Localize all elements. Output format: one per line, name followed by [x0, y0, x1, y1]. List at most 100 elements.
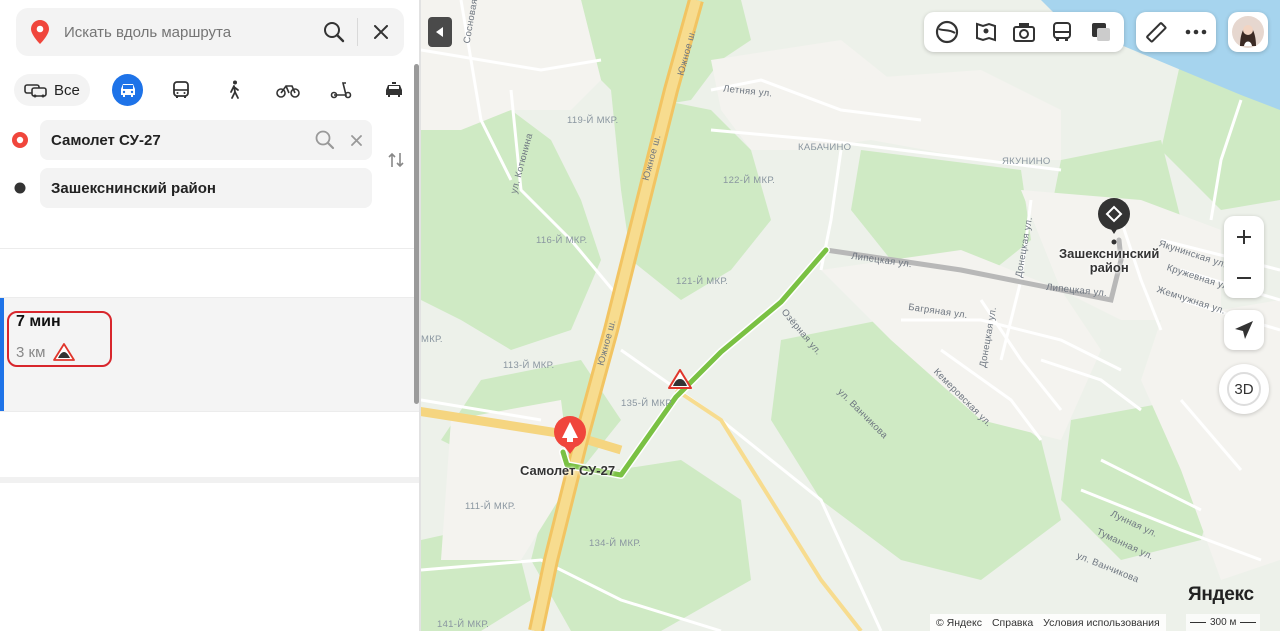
start-point-value: Самолет СУ-27 — [51, 131, 161, 149]
plus-icon — [1237, 229, 1251, 244]
copyright-text[interactable]: © Яндекс — [936, 617, 982, 629]
mode-taxi-button[interactable] — [379, 74, 410, 106]
district-label: КАБАЧИНО — [798, 142, 852, 153]
selected-route-indicator — [0, 298, 4, 411]
cars-icon — [24, 84, 47, 98]
district-label: 113-Й МКР. — [503, 360, 555, 371]
search-button[interactable] — [311, 8, 357, 56]
bicycle-icon — [275, 85, 300, 98]
bus-icon — [172, 81, 189, 98]
location-pin-icon — [16, 20, 64, 44]
map-tools-toolbar — [1136, 12, 1216, 52]
divider — [0, 411, 420, 412]
map-type-button[interactable] — [933, 18, 961, 46]
collapse-panel-button[interactable] — [428, 17, 452, 47]
camera-icon — [1012, 23, 1035, 42]
help-link[interactable]: Справка — [992, 617, 1033, 629]
route-point-start: Самолет СУ-27 — [0, 120, 380, 160]
district-label: 135-Й МКР. — [621, 398, 674, 409]
avatar — [1232, 16, 1264, 48]
district-label: 119-Й МКР. — [567, 115, 619, 126]
more-dots-icon — [1185, 29, 1207, 35]
start-point-field[interactable]: Самолет СУ-27 — [40, 120, 372, 160]
mode-scooter-button[interactable] — [325, 74, 356, 106]
zoom-out-button[interactable] — [1224, 257, 1264, 298]
clear-icon[interactable] — [351, 134, 362, 146]
3d-toggle-inner: 3D — [1227, 372, 1261, 406]
start-point-icon — [0, 131, 40, 149]
route-panel: Все Самолет СУ-27 — [0, 0, 420, 631]
minus-icon — [1237, 276, 1251, 279]
zoom-control — [1224, 216, 1264, 298]
end-point-field[interactable]: Зашекснинский район — [40, 168, 372, 208]
taxi-icon — [386, 82, 403, 97]
search-icon — [324, 22, 345, 43]
end-place-line2: район — [1089, 260, 1129, 275]
start-place-label[interactable]: Самолет СУ-27 — [520, 464, 615, 478]
map-copyright-bar: © Яндекс Справка Условия использования — [930, 614, 1166, 631]
district-label: 141-Й МКР. — [437, 619, 490, 630]
mode-car-button[interactable] — [111, 74, 144, 106]
layers-circle-icon — [936, 20, 959, 44]
district-label: ЯКУНИНО — [1002, 156, 1051, 167]
scale-line — [1240, 622, 1257, 623]
close-icon — [374, 25, 388, 39]
district-label: 116-Й МКР. — [536, 235, 588, 246]
route-search-bar[interactable] — [16, 8, 404, 56]
terms-link[interactable]: Условия использования — [1043, 617, 1160, 629]
route-search-input[interactable] — [64, 23, 311, 41]
divider — [0, 248, 420, 249]
user-avatar-button[interactable] — [1228, 12, 1268, 52]
uneven-road-marker — [668, 369, 692, 389]
swap-icon — [388, 152, 404, 168]
panel-separator — [0, 477, 420, 483]
pedestrian-icon — [230, 80, 240, 99]
car-icon — [120, 84, 135, 97]
scooter-icon — [330, 82, 352, 99]
my-location-button[interactable] — [1224, 310, 1264, 350]
3d-toggle-button[interactable]: 3D — [1219, 364, 1269, 414]
square-layers-icon — [1091, 23, 1110, 41]
district-label: МКР. — [421, 334, 443, 345]
transport-modes: Все — [14, 72, 410, 108]
end-point-icon — [0, 181, 40, 195]
mode-bike-button[interactable] — [272, 74, 303, 106]
map-layers-toolbar — [924, 12, 1124, 52]
scale-label: 300 м — [1210, 617, 1237, 628]
zoom-in-button[interactable] — [1224, 216, 1264, 257]
location-arrow-icon — [1235, 321, 1253, 339]
district-label: 121-Й МКР. — [676, 276, 729, 287]
district-label: 122-Й МКР. — [723, 175, 776, 186]
map-view[interactable]: Сосновая ул. ул. Котюнина Южное ш. Южное… — [421, 0, 1280, 631]
close-search-button[interactable] — [358, 8, 404, 56]
annotation-highlight — [7, 311, 112, 367]
logo-text: Яндекс — [1188, 584, 1254, 605]
yandex-logo[interactable]: Яндекс — [1188, 584, 1254, 606]
swap-points-button[interactable] — [384, 148, 408, 172]
end-point-value: Зашекснинский район — [51, 179, 216, 197]
mode-all-label: Все — [54, 81, 80, 99]
ruler-icon — [1146, 22, 1167, 43]
district-label: 134-Й МКР. — [589, 538, 642, 549]
end-place-line1: Зашекснинский — [1059, 246, 1160, 261]
map-scale: 300 м — [1186, 614, 1261, 631]
search-icon[interactable] — [315, 130, 335, 150]
transit-button[interactable] — [1048, 18, 1076, 46]
scale-line — [1190, 622, 1206, 623]
more-button[interactable] — [1182, 18, 1210, 46]
mode-bus-button[interactable] — [165, 74, 196, 106]
route-point-end: Зашекснинский район — [0, 168, 380, 208]
photos-button[interactable] — [1010, 18, 1038, 46]
3d-label: 3D — [1234, 380, 1254, 398]
mode-all-button[interactable]: Все — [14, 74, 90, 106]
end-place-label[interactable]: Зашекснинский район — [1059, 247, 1159, 275]
panorama-icon — [975, 22, 996, 42]
route-option-card[interactable]: 7 мин 3 км — [0, 298, 420, 411]
ruler-button[interactable] — [1142, 18, 1170, 46]
traffic-layer-button[interactable] — [1087, 18, 1115, 46]
triangle-left-icon — [436, 27, 443, 37]
bus-icon — [1053, 22, 1072, 41]
mode-walk-button[interactable] — [219, 74, 250, 106]
panorama-button[interactable] — [972, 18, 1000, 46]
district-label: 111-Й МКР. — [465, 501, 516, 512]
